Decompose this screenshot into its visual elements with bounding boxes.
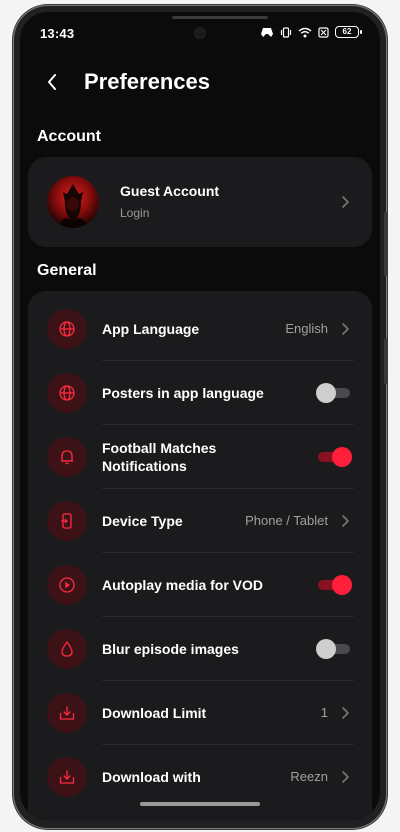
volume-button xyxy=(384,212,388,276)
battery-icon: 62 xyxy=(335,26,362,38)
setting-blur-episodes: Blur episode images xyxy=(28,617,372,681)
section-title-account: Account xyxy=(37,128,101,145)
globe-icon xyxy=(47,373,87,413)
setting-label: Football Matches Notifications xyxy=(102,440,217,474)
home-indicator[interactable] xyxy=(140,802,260,806)
setting-autoplay-vod: Autoplay media for VOD xyxy=(28,553,372,617)
setting-label: Blur episode images xyxy=(102,641,239,657)
setting-value: Phone / Tablet xyxy=(245,513,328,528)
status-bar: 13:43 62 xyxy=(20,26,380,46)
avatar-image xyxy=(47,176,99,228)
back-button[interactable] xyxy=(38,68,66,96)
setting-posters-language: Posters in app language xyxy=(28,361,372,425)
header: Preferences xyxy=(20,62,380,102)
avatar xyxy=(47,176,99,228)
blur-episodes-toggle[interactable] xyxy=(316,639,352,659)
bell-icon xyxy=(47,437,87,477)
chevron-right-icon xyxy=(342,323,349,335)
login-link[interactable]: Login xyxy=(120,206,149,220)
status-icons: 62 xyxy=(260,26,362,38)
download-icon xyxy=(47,693,87,733)
page-title: Preferences xyxy=(84,69,210,94)
chevron-right-icon xyxy=(342,196,349,208)
account-card[interactable]: Guest Account Login xyxy=(28,157,372,247)
front-camera xyxy=(195,28,205,38)
setting-download-limit[interactable]: Download Limit 1 xyxy=(28,681,372,745)
vibrate-icon xyxy=(280,26,292,38)
play-icon xyxy=(47,565,87,605)
general-card: App Language English Posters in app lang… xyxy=(28,291,372,820)
game-mode-icon xyxy=(261,27,273,37)
autoplay-toggle[interactable] xyxy=(316,575,352,595)
setting-label: Download Limit xyxy=(102,705,207,721)
posters-toggle[interactable] xyxy=(316,383,352,403)
top-bezel-slot xyxy=(172,16,268,19)
setting-label: Posters in app language xyxy=(102,385,264,401)
setting-label: Device Type xyxy=(102,513,183,529)
device-icon xyxy=(47,501,87,541)
setting-label: Autoplay media for VOD xyxy=(102,577,264,593)
section-title-general: General xyxy=(37,262,97,279)
chevron-right-icon xyxy=(342,707,349,719)
power-button xyxy=(384,338,388,384)
battery-level: 62 xyxy=(335,26,359,38)
setting-app-language[interactable]: App Language English xyxy=(28,297,372,361)
back-arrow-icon xyxy=(48,74,56,90)
no-sim-icon xyxy=(318,26,329,38)
download-icon xyxy=(47,757,87,797)
setting-label: App Language xyxy=(102,321,200,337)
chevron-right-icon xyxy=(342,771,349,783)
setting-device-type[interactable]: Device Type Phone / Tablet xyxy=(28,489,372,553)
setting-football-notifications: Football Matches Notifications xyxy=(28,425,372,489)
wifi-icon xyxy=(298,27,312,37)
football-notifications-toggle[interactable] xyxy=(316,447,352,467)
globe-icon xyxy=(47,309,87,349)
setting-value: English xyxy=(285,321,328,336)
app-screen: 13:43 62 Preferences Account Guest Accou… xyxy=(20,12,380,820)
setting-value: 1 xyxy=(320,705,328,720)
account-name: Guest Account xyxy=(120,183,220,199)
setting-value: Reezn xyxy=(290,769,328,784)
setting-download-with[interactable]: Download with Reezn xyxy=(28,745,372,809)
setting-label: Download with xyxy=(102,769,201,785)
drop-icon xyxy=(47,629,87,669)
chevron-right-icon xyxy=(342,515,349,527)
status-time: 13:43 xyxy=(40,26,75,41)
